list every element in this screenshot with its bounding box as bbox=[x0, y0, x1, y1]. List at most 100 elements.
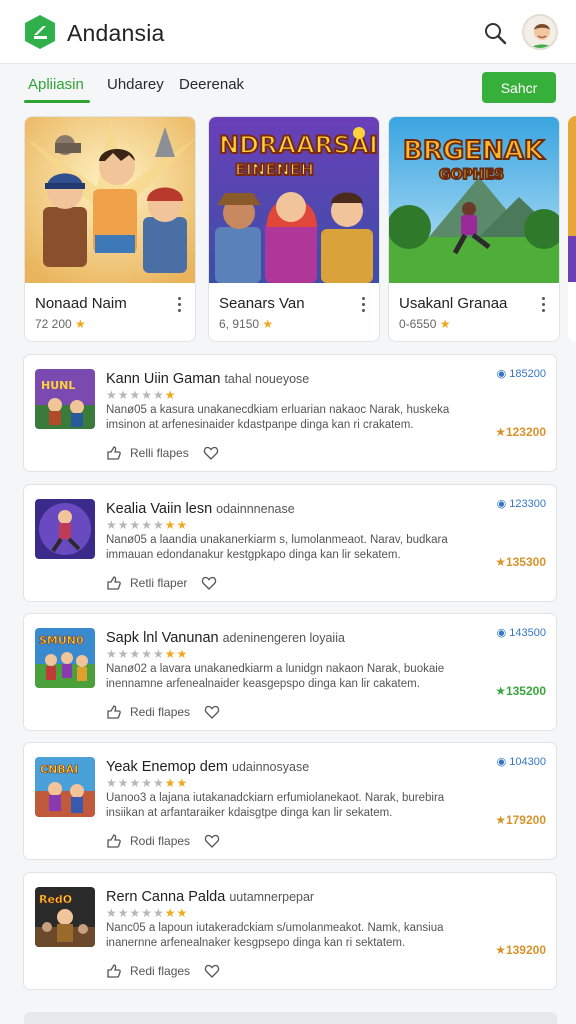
featured-carousel[interactable]: Nonaad Naim 72 200 ★ NDRAARSAI EINENEH S… bbox=[24, 116, 576, 344]
list-item-title: Rern Canna Palda uutamnerpepar bbox=[106, 889, 314, 905]
list-item-action-label[interactable]: Redi flapes bbox=[130, 705, 190, 719]
list-item-description: Nanc05 a lapoun iutakeradckiam s/umolanm… bbox=[106, 922, 444, 949]
rating-stars-filled: ★★ bbox=[164, 776, 189, 790]
svg-text:HUNL: HUNL bbox=[41, 379, 75, 392]
download-count-value: 143500 bbox=[509, 627, 546, 639]
list-item[interactable]: SMUN0 Sapk lnl Vanunan adeninengeren loya… bbox=[23, 613, 557, 731]
list-item[interactable]: HUNL Kann Uiin Gaman tahal noueyose ★★★★★… bbox=[23, 354, 557, 472]
search-icon[interactable] bbox=[482, 20, 508, 46]
share-icon[interactable] bbox=[106, 575, 122, 591]
active-tab-indicator bbox=[24, 100, 90, 103]
download-count: ◉ 185200 bbox=[497, 367, 546, 380]
featured-card-title: Nonaad Naim bbox=[35, 295, 127, 312]
list-item-name: Sapk lnl Vanunan bbox=[106, 630, 219, 646]
rating-stars-empty: ★★★★★ bbox=[106, 906, 165, 920]
rating-stars-empty: ★★★★★ bbox=[106, 388, 165, 402]
svg-text:EINENEH: EINENEH bbox=[235, 160, 314, 179]
app-icon: HUNL bbox=[35, 369, 95, 429]
rating-stars: ★★★★★★ bbox=[106, 388, 177, 402]
list-item-subtitle: uutamnerpepar bbox=[229, 890, 315, 904]
tab-uhdarey[interactable]: Uhdarey bbox=[107, 76, 164, 93]
rating-stars-filled: ★★ bbox=[164, 647, 189, 661]
svg-text:GOPHES: GOPHES bbox=[439, 167, 504, 183]
svg-text:RedO: RedO bbox=[39, 893, 72, 906]
svg-text:SMUN0: SMUN0 bbox=[39, 634, 84, 647]
list-item[interactable]: CNBAI Yeak Enemop dem udainnosyase ★★★★★★… bbox=[23, 742, 557, 860]
featured-card-peek[interactable] bbox=[568, 116, 576, 342]
avatar[interactable] bbox=[522, 14, 558, 50]
app-icon bbox=[35, 499, 95, 559]
rating-count: ★123200 bbox=[495, 425, 546, 439]
app-title: Andansia bbox=[67, 20, 165, 46]
list-item-description: Uanoo3 a lajana iutakanadckiarn erfumiol… bbox=[106, 792, 445, 819]
list-item-action-label[interactable]: Retli flaper bbox=[130, 576, 187, 590]
heart-icon[interactable] bbox=[203, 445, 219, 461]
app-icon: CNBAI bbox=[35, 757, 95, 817]
featured-card-count: 0-6550 bbox=[399, 317, 437, 331]
app-icon: RedO bbox=[35, 887, 95, 947]
list-item[interactable]: Kealia Vaiin lesn odainnnenase ★★★★★★★ Na… bbox=[23, 484, 557, 602]
list-item-actions: Relli flapes bbox=[106, 445, 219, 461]
star-icon: ★ bbox=[75, 317, 86, 331]
svg-text:CNBAI: CNBAI bbox=[40, 763, 78, 776]
list-item-subtitle: tahal noueyose bbox=[224, 372, 310, 386]
sahcr-button[interactable]: Sahcr bbox=[482, 72, 556, 103]
share-icon[interactable] bbox=[106, 445, 122, 461]
next-list-item-peek bbox=[24, 1012, 557, 1024]
list-item-title: Yeak Enemop dem udainnosyase bbox=[106, 759, 309, 775]
list-item-name: Yeak Enemop dem bbox=[106, 759, 228, 775]
download-count: ◉ 143500 bbox=[497, 626, 546, 639]
rating-stars-empty: ★★★★★ bbox=[106, 647, 165, 661]
share-icon[interactable] bbox=[106, 963, 122, 979]
more-options-icon[interactable] bbox=[357, 293, 369, 315]
rating-stars: ★★★★★★★ bbox=[106, 647, 188, 661]
list-item-name: Rern Canna Palda bbox=[106, 889, 226, 905]
tab-apliiasin[interactable]: Apliiasin bbox=[28, 76, 84, 93]
rating-count: ★139200 bbox=[495, 943, 546, 957]
list-item-title: Kealia Vaiin lesn odainnnenase bbox=[106, 501, 295, 517]
heart-icon[interactable] bbox=[204, 963, 220, 979]
share-icon[interactable] bbox=[106, 704, 122, 720]
app-icon: SMUN0 bbox=[35, 628, 95, 688]
app-screen: Andansia Apliiasin Uhdarey Deerenak Sahc… bbox=[0, 0, 576, 1024]
more-options-icon[interactable] bbox=[537, 293, 549, 315]
heart-icon[interactable] bbox=[204, 833, 220, 849]
list-item-title: Sapk lnl Vanunan adeninengeren loyaiia bbox=[106, 630, 345, 646]
list-item-action-label[interactable]: Rodi flapes bbox=[130, 834, 190, 848]
list-item-actions: Rodi flapes bbox=[106, 833, 220, 849]
rating-stars-empty: ★★★★★ bbox=[106, 518, 165, 532]
more-options-icon[interactable] bbox=[173, 293, 185, 315]
rating-count: ★135200 bbox=[495, 684, 546, 698]
list-item[interactable]: RedO Rern Canna Palda uutamnerpepar ★★★★★… bbox=[23, 872, 557, 990]
user-avatar-icon bbox=[524, 16, 556, 48]
list-item-description: Nanø05 a laandia unakanerkiarm s, lumola… bbox=[106, 534, 448, 561]
list-item-title: Kann Uiin Gaman tahal noueyose bbox=[106, 371, 309, 387]
app-header: Andansia bbox=[0, 0, 576, 64]
share-icon[interactable] bbox=[106, 833, 122, 849]
heart-icon[interactable] bbox=[204, 704, 220, 720]
list-item-action-label[interactable]: Relli flapes bbox=[130, 446, 189, 460]
download-icon: ◉ bbox=[496, 368, 510, 380]
app-logo-icon[interactable] bbox=[24, 14, 56, 50]
featured-card[interactable]: BRGENAK GOPHES Usakanl Granaa 0-6550 ★ bbox=[388, 116, 560, 342]
list-item-action-label[interactable]: Redi flages bbox=[130, 964, 190, 978]
download-count: ◉ 123300 bbox=[497, 497, 546, 510]
heart-icon[interactable] bbox=[201, 575, 217, 591]
tab-deerenak[interactable]: Deerenak bbox=[179, 76, 244, 93]
list-item-description: Nanø02 a lavara unakanedkiarm a lunidgn … bbox=[106, 663, 445, 690]
rating-stars-filled: ★★ bbox=[164, 906, 189, 920]
featured-card-artwork bbox=[568, 116, 576, 342]
rating-stars-filled: ★ bbox=[164, 388, 177, 402]
featured-card-meta: 72 200 ★ bbox=[35, 317, 86, 331]
featured-card-artwork: BRGENAK GOPHES bbox=[389, 117, 559, 283]
list-item-actions: Redi flapes bbox=[106, 704, 220, 720]
rating-stars: ★★★★★★★ bbox=[106, 776, 188, 790]
featured-card-meta: 6, 9150 ★ bbox=[219, 317, 273, 331]
list-item-name: Kealia Vaiin lesn bbox=[106, 501, 213, 517]
featured-card-count: 72 200 bbox=[35, 317, 72, 331]
featured-card[interactable]: Nonaad Naim 72 200 ★ bbox=[24, 116, 196, 342]
featured-card-artwork bbox=[25, 117, 195, 283]
featured-card[interactable]: NDRAARSAI EINENEH Seanars Van 6, 9150 ★ bbox=[208, 116, 380, 342]
featured-card-count: 6, 9150 bbox=[219, 317, 260, 331]
featured-card-title: Seanars Van bbox=[219, 295, 305, 312]
